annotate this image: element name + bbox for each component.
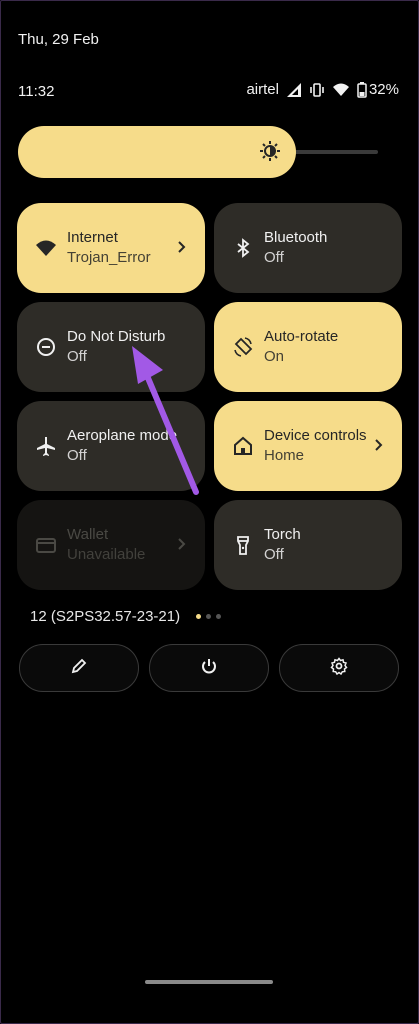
annotation-arrow — [132, 346, 199, 495]
